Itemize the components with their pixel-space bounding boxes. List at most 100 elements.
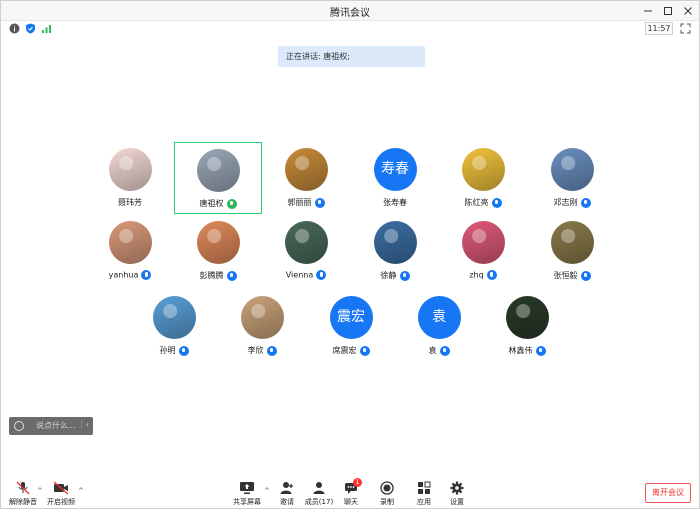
- participant-name: zhq: [469, 270, 484, 280]
- participant-name-line: Vienna: [262, 270, 350, 280]
- participant-name-line: yanhua: [86, 270, 174, 280]
- participant-name: 聂玮芳: [118, 198, 142, 207]
- avatar: 寿春: [373, 148, 417, 191]
- participant-tile[interactable]: 聂玮芳: [86, 142, 174, 214]
- chat-button[interactable]: 1 聊天: [331, 478, 371, 509]
- participant-tile[interactable]: 郭丽丽: [262, 142, 350, 214]
- info-icon[interactable]: [9, 23, 20, 34]
- fullscreen-icon[interactable]: [680, 23, 691, 34]
- participant-name: 张恒毅: [553, 271, 578, 280]
- participant-name: 张寿春: [383, 198, 407, 207]
- collapse-icon[interactable]: ‹: [80, 420, 89, 429]
- participant-name-line: 张恒毅: [528, 270, 616, 281]
- avatar: [284, 221, 328, 264]
- microphone-icon: [486, 270, 497, 280]
- avatar: [152, 296, 196, 339]
- start-video-button[interactable]: 开启视频: [41, 481, 81, 509]
- participant-tile[interactable]: 陈红亮: [439, 142, 527, 214]
- record-label: 录制: [380, 498, 394, 506]
- participant-name-line: 彭腾腾: [174, 270, 262, 281]
- signal-icon[interactable]: [41, 23, 52, 34]
- participant-name-line: 郭丽丽: [262, 197, 350, 208]
- microphone-icon: [491, 197, 502, 208]
- participant-name-line: 袁: [395, 345, 483, 356]
- status-strip: 11:57: [1, 21, 699, 37]
- chat-badge: 1: [353, 478, 362, 487]
- participant-name-line: 聂玮芳: [86, 197, 174, 208]
- avatar: [550, 148, 594, 191]
- participant-name-line: 李欣: [218, 345, 306, 356]
- participant-name: 席震宏: [332, 346, 357, 355]
- participant-name: 李欣: [247, 346, 264, 355]
- settings-button[interactable]: 设置: [437, 481, 477, 509]
- microphone-icon: [316, 270, 327, 280]
- avatar: [550, 221, 594, 264]
- record-button[interactable]: 录制: [367, 481, 407, 509]
- close-icon[interactable]: [681, 4, 695, 18]
- participant-tile[interactable]: 林鑫伟: [483, 290, 571, 362]
- maximize-icon[interactable]: [661, 4, 675, 18]
- participant-tile[interactable]: 邓志刚: [528, 142, 616, 214]
- avatar: [108, 148, 152, 191]
- participant-name: 陈红亮: [464, 198, 489, 207]
- share-screen-button[interactable]: 共享屏幕: [227, 481, 267, 509]
- participant-tile[interactable]: 孙明: [130, 290, 218, 362]
- participant-name-line: 邓志刚: [528, 197, 616, 208]
- window-title: 腾讯会议: [330, 8, 370, 19]
- title-bar: 腾讯会议: [1, 1, 699, 21]
- microphone-icon: [141, 270, 152, 280]
- participant-name-line: 徐静: [351, 270, 439, 281]
- participant-tile[interactable]: yanhua: [86, 215, 174, 287]
- participant-tile[interactable]: 彭腾腾: [174, 215, 262, 287]
- chat-label: 聊天: [344, 498, 358, 506]
- participant-tile[interactable]: Vienna: [262, 215, 350, 287]
- participant-name: 徐静: [380, 271, 397, 280]
- invite-icon: [280, 482, 293, 494]
- avatar: [284, 148, 328, 191]
- participant-tile[interactable]: 震宏 席震宏: [307, 290, 395, 362]
- participant-tile[interactable]: 唐祖权: [174, 142, 262, 214]
- participant-name-line: 席震宏: [307, 345, 395, 356]
- avatar: [240, 296, 284, 339]
- participant-name-line: 张寿春: [351, 197, 439, 208]
- unmute-button[interactable]: 解除静音: [3, 481, 43, 509]
- meeting-window: 腾讯会议 11:57 正在讲话: 唐祖权; 聂玮芳 唐祖权 郭丽丽 寿春 张寿春 陈红亮邓…: [0, 0, 700, 509]
- chat-placeholder: 说点什么...: [36, 421, 76, 430]
- avatar: [108, 221, 152, 264]
- participant-name: 郭丽丽: [287, 198, 312, 207]
- camera-off-icon: [53, 481, 69, 495]
- participant-tile[interactable]: 徐静: [351, 215, 439, 287]
- microphone-icon: [399, 270, 410, 281]
- microphone-icon: [439, 345, 450, 356]
- minimize-icon[interactable]: [641, 4, 655, 18]
- microphone-icon: [535, 345, 546, 356]
- apps-icon: [418, 481, 431, 494]
- video-options-caret[interactable]: ^: [78, 487, 84, 495]
- microphone-icon: [314, 197, 325, 208]
- shield-icon[interactable]: [25, 23, 36, 34]
- avatar: 袁: [417, 296, 461, 339]
- members-icon: [313, 482, 325, 494]
- avatar: [461, 148, 505, 191]
- microphone-icon: [266, 345, 277, 356]
- participant-name: 林鑫伟: [508, 346, 533, 355]
- microphone-icon: [226, 270, 237, 281]
- participant-tile[interactable]: 寿春 张寿春: [351, 142, 439, 214]
- participant-tile[interactable]: 李欣: [218, 290, 306, 362]
- participant-name: yanhua: [108, 270, 139, 280]
- emoji-icon[interactable]: [14, 421, 24, 431]
- avatar: [505, 296, 549, 339]
- microphone-icon: [226, 198, 237, 209]
- mic-muted-icon: [16, 481, 30, 495]
- leave-meeting-button[interactable]: 离开会议: [645, 483, 691, 503]
- share-screen-icon: [240, 482, 254, 494]
- settings-label: 设置: [450, 498, 464, 506]
- avatar: [373, 221, 417, 264]
- participant-tile[interactable]: 张恒毅: [528, 215, 616, 287]
- participant-tile[interactable]: zhq: [439, 215, 527, 287]
- microphone-icon: [580, 197, 591, 208]
- participant-name-line: 林鑫伟: [483, 345, 571, 356]
- participant-tile[interactable]: 袁袁: [395, 290, 483, 362]
- share-screen-label: 共享屏幕: [233, 498, 261, 506]
- chat-quick-input[interactable]: 说点什么... ‹: [9, 417, 93, 435]
